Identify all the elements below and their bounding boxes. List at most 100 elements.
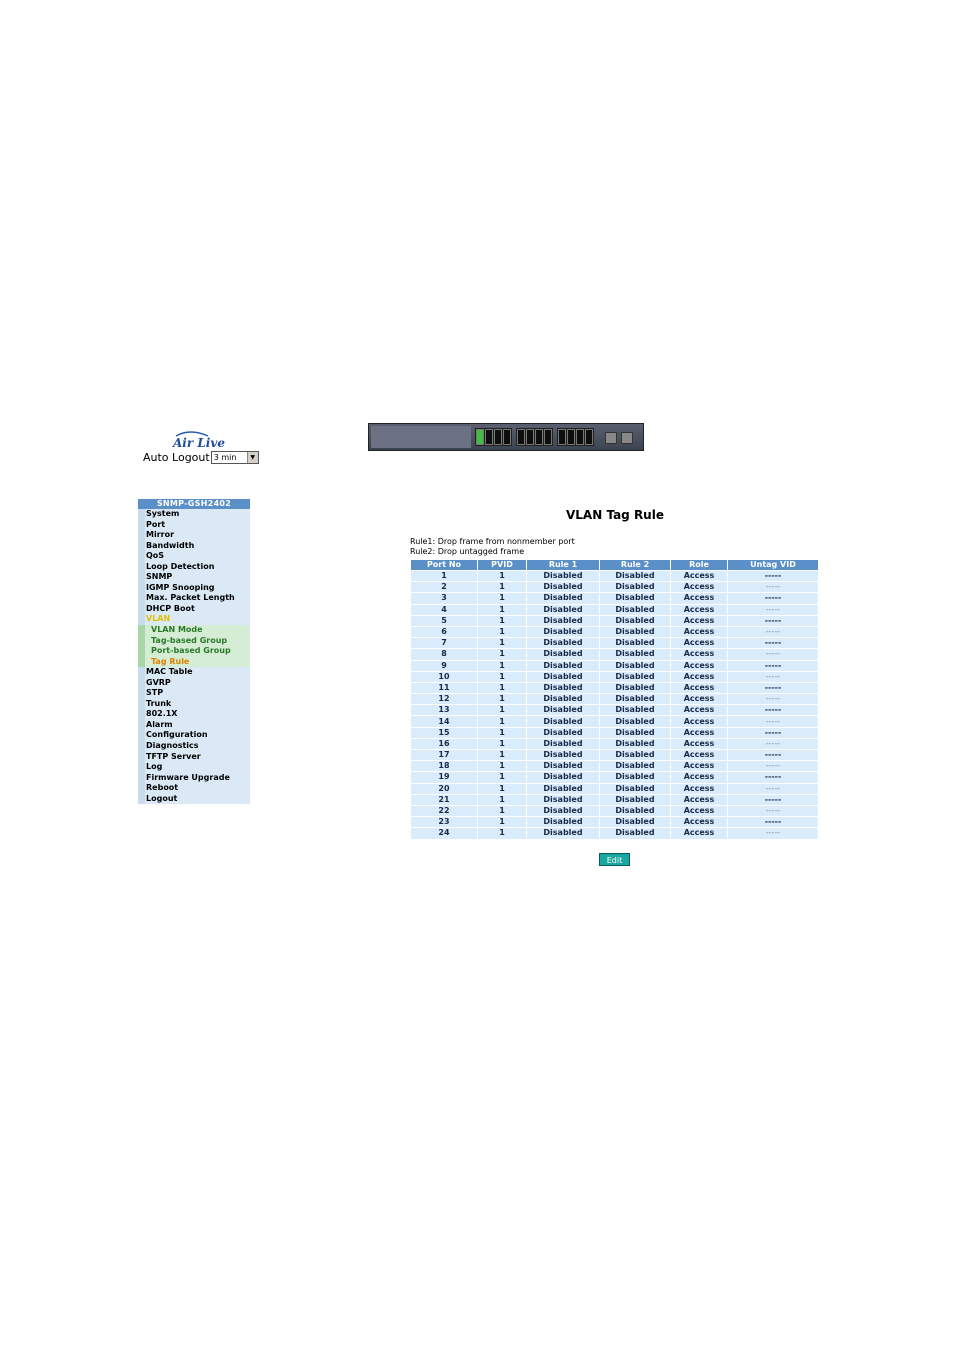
table-cell: Disabled	[600, 660, 670, 671]
sidebar-item-alarm[interactable]: Alarm	[138, 719, 250, 731]
table-row: 18 1 Disabled Disabled Access -----	[411, 761, 818, 772]
table-cell: Access	[671, 716, 727, 727]
table-cell: Disabled	[527, 705, 599, 716]
table-cell: 1	[478, 593, 526, 604]
sidebar-item-tag-based-group[interactable]: Tag-based Group	[138, 635, 250, 647]
table-cell: -----	[728, 671, 818, 682]
table-row: 20 1 Disabled Disabled Access -----	[411, 783, 818, 794]
table-cell: Disabled	[600, 682, 670, 694]
sidebar-item-port-based-group[interactable]: Port-based Group	[138, 646, 250, 657]
table-cell: Disabled	[600, 582, 670, 593]
sidebar-item-max-packet-length[interactable]: Max. Packet Length	[138, 593, 250, 604]
sfp-slot	[605, 432, 617, 444]
table-cell: Disabled	[527, 750, 599, 761]
sidebar-item-mac-table[interactable]: MAC Table	[138, 667, 250, 678]
table-cell: Disabled	[527, 593, 599, 604]
switch-port	[526, 429, 534, 445]
sidebar-item-log[interactable]: Log	[138, 762, 250, 773]
chevron-down-icon[interactable]: ▼	[246, 452, 258, 463]
table-cell: -----	[728, 817, 818, 828]
table-cell: Access	[671, 671, 727, 682]
edit-button[interactable]: Edit	[599, 853, 630, 866]
table-cell: 16	[411, 738, 477, 749]
table-row: 16 1 Disabled Disabled Access -----	[411, 738, 818, 749]
table-cell: Disabled	[600, 649, 670, 660]
sidebar-item-802-1x[interactable]: 802.1X	[138, 709, 250, 720]
sidebar-item-vlan[interactable]: VLAN	[138, 614, 250, 626]
table-cell: Access	[671, 571, 727, 582]
table-cell: Disabled	[527, 671, 599, 682]
sidebar-item-stp[interactable]: STP	[138, 688, 250, 699]
switch-port	[535, 429, 543, 445]
table-cell: Disabled	[527, 794, 599, 805]
table-cell: 1	[478, 671, 526, 682]
table-cell: Access	[671, 660, 727, 671]
table-cell: 18	[411, 761, 477, 772]
table-cell: Disabled	[600, 705, 670, 716]
table-cell: Disabled	[527, 828, 599, 839]
table-cell: 7	[411, 638, 477, 649]
sidebar-item-firmware-upgrade[interactable]: Firmware Upgrade	[138, 772, 250, 784]
table-cell: Disabled	[600, 571, 670, 582]
table-cell: 1	[478, 582, 526, 593]
sidebar-item-port[interactable]: Port	[138, 519, 250, 531]
sidebar-item-trunk[interactable]: Trunk	[138, 698, 250, 710]
sidebar-item-dhcp-boot[interactable]: DHCP Boot	[138, 603, 250, 615]
table-row: 13 1 Disabled Disabled Access -----	[411, 705, 818, 716]
auto-logout-select[interactable]: 3 min ▼	[210, 451, 259, 464]
sidebar-item-gvrp[interactable]: GVRP	[138, 677, 250, 689]
table-cell: Disabled	[600, 772, 670, 783]
sidebar-item-tag-rule[interactable]: Tag Rule	[138, 656, 250, 668]
table-cell: Disabled	[527, 738, 599, 749]
sidebar-item-igmp-snooping[interactable]: IGMP Snooping	[138, 582, 250, 594]
sidebar-item-reboot[interactable]: Reboot	[138, 783, 250, 794]
table-cell: 23	[411, 817, 477, 828]
tag-rule-table: Port No PVID Rule 1 Rule 2 Role Untag VID 11D…	[410, 559, 819, 840]
auto-logout-value: 3 min	[213, 453, 237, 462]
table-cell: 24	[411, 828, 477, 839]
table-cell: Access	[671, 727, 727, 738]
auto-logout-label: Auto Logout	[143, 451, 210, 464]
sidebar-item-configuration[interactable]: Configuration	[138, 730, 250, 742]
sidebar-item-diagnostics[interactable]: Diagnostics	[138, 741, 250, 752]
table-cell: Disabled	[600, 805, 670, 817]
switch-front-panel-image	[368, 423, 644, 451]
table-cell: 1	[478, 750, 526, 761]
table-cell: -----	[728, 794, 818, 805]
table-cell: Access	[671, 805, 727, 817]
sidebar-item-mirror[interactable]: Mirror	[138, 530, 250, 541]
table-row: 3 1 Disabled Disabled Access -----	[411, 593, 818, 604]
table-cell: Disabled	[527, 772, 599, 783]
table-cell: 1	[478, 761, 526, 772]
switch-label-panel	[371, 426, 471, 448]
table-row: 17 1 Disabled Disabled Access -----	[411, 750, 818, 761]
table-cell: Disabled	[527, 817, 599, 828]
table-cell: Disabled	[600, 783, 670, 794]
table-cell: Access	[671, 604, 727, 615]
table-cell: Disabled	[600, 750, 670, 761]
table-cell: Access	[671, 794, 727, 805]
sidebar-item-bandwidth[interactable]: Bandwidth	[138, 540, 250, 552]
table-cell: Access	[671, 638, 727, 649]
table-row: 14 1 Disabled Disabled Access -----	[411, 716, 818, 727]
table-cell: -----	[728, 682, 818, 694]
table-row: 15 1 Disabled Disabled Access -----	[411, 727, 818, 738]
table-cell: -----	[728, 694, 818, 705]
table-cell: Disabled	[600, 626, 670, 638]
sidebar-item-snmp[interactable]: SNMP	[138, 572, 250, 583]
switch-port	[544, 429, 552, 445]
sidebar-item-vlan-mode[interactable]: VLAN Mode	[138, 625, 250, 636]
airlive-logo: Air Live	[170, 430, 232, 450]
sidebar-item-loop-detection[interactable]: Loop Detection	[138, 561, 250, 573]
sidebar-item-logout[interactable]: Logout	[138, 793, 250, 805]
column-header: Rule 1	[527, 560, 599, 570]
table-cell: Access	[671, 694, 727, 705]
rule2-text: Rule2: Drop untagged frame	[410, 546, 525, 556]
sidebar-item-tftp-server[interactable]: TFTP Server	[138, 751, 250, 763]
table-cell: Access	[671, 761, 727, 772]
sidebar-item-qos[interactable]: QoS	[138, 551, 250, 562]
table-cell: Disabled	[600, 694, 670, 705]
column-header: Port No	[411, 560, 477, 570]
table-cell: Access	[671, 705, 727, 716]
sidebar-item-system[interactable]: System	[138, 509, 250, 520]
